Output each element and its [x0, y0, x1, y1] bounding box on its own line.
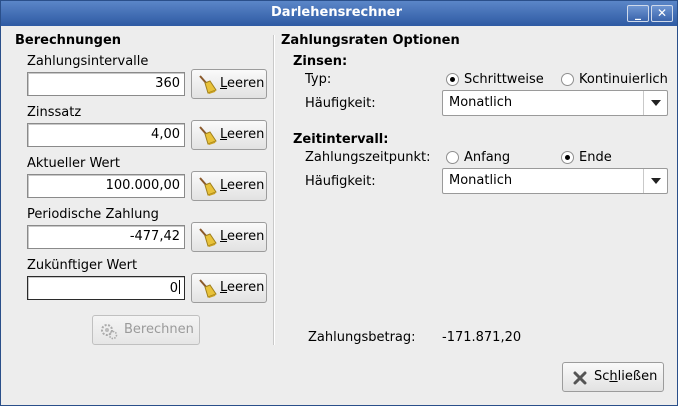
period-frequency-label: Häufigkeit: [305, 174, 376, 189]
close-button[interactable]: Schließen [562, 362, 664, 392]
period-frequency-select[interactable]: Monatlich [442, 168, 668, 194]
periodic-payment-input[interactable]: -477,42 [27, 225, 185, 249]
period-heading: Zeitintervall: [293, 132, 389, 147]
clear-mnemonic: L [220, 76, 228, 91]
future-value-input[interactable]: 0 [27, 276, 185, 300]
clear-present-value-button[interactable]: Leeren [191, 171, 267, 201]
future-value-label: Zukünftiger Wert [27, 258, 138, 273]
minimize-icon[interactable]: _ [627, 5, 649, 22]
interest-frequency-label: Häufigkeit: [305, 96, 376, 111]
periodic-payment-label: Periodische Zahlung [27, 207, 159, 222]
broom-icon [199, 126, 217, 145]
loan-calculator-dialog: Darlehensrechner _ ✕ Berechnungen Zahlun… [0, 0, 678, 406]
window-title: Darlehensrechner [271, 5, 402, 20]
close-mnemonic: h [609, 369, 618, 384]
discrete-radio-label: Schrittweise [464, 72, 544, 87]
clear-label: eeren [227, 127, 265, 142]
beginning-radio[interactable] [446, 151, 459, 164]
interest-frequency-value: Monatlich [449, 95, 513, 110]
broom-icon [199, 177, 217, 196]
clear-periodic-payment-button[interactable]: Leeren [191, 222, 267, 252]
calculations-heading: Berechnungen [15, 33, 122, 48]
interest-type-label: Typ: [305, 72, 332, 87]
interest-rate-label: Zinssatz [27, 105, 82, 120]
calculate-button[interactable]: Berechnen [92, 315, 200, 345]
broom-icon [199, 75, 217, 94]
clear-future-value-button[interactable]: Leeren [191, 273, 267, 303]
continuous-radio-label: Kontinuierlich [579, 72, 668, 87]
payment-amount-value: -171.871,20 [442, 330, 522, 345]
text-caret [179, 280, 180, 294]
interest-rate-input[interactable]: 4,00 [27, 123, 185, 147]
future-value-text: 0 [169, 281, 178, 296]
chevron-down-icon [643, 91, 667, 115]
interest-heading: Zinsen: [293, 54, 348, 69]
continuous-radio[interactable] [561, 73, 574, 86]
payment-periods-input[interactable]: 360 [27, 72, 185, 96]
clear-label: eeren [227, 76, 265, 91]
close-label-start: Sc [594, 369, 610, 384]
beginning-radio-label: Anfang [464, 150, 511, 165]
clear-mnemonic: L [220, 280, 228, 295]
period-frequency-value: Monatlich [449, 173, 513, 188]
end-radio-label: Ende [579, 150, 612, 165]
vertical-separator [273, 35, 275, 345]
calculate-label: Berechnen [124, 322, 194, 337]
clear-label: eeren [227, 280, 265, 295]
clear-label: eeren [227, 229, 265, 244]
chevron-down-icon [643, 169, 667, 193]
interest-frequency-select[interactable]: Monatlich [442, 90, 668, 116]
close-label-end: ließen [617, 369, 658, 384]
present-value-label: Aktueller Wert [27, 156, 120, 171]
end-radio[interactable] [561, 151, 574, 164]
discrete-radio[interactable] [446, 73, 459, 86]
payment-periods-label: Zahlungsintervalle [27, 54, 149, 69]
clear-mnemonic: L [220, 127, 228, 142]
clear-label: eeren [227, 178, 265, 193]
clear-mnemonic: L [220, 178, 228, 193]
broom-icon [199, 279, 217, 298]
gears-icon [101, 324, 118, 340]
title-bar[interactable]: Darlehensrechner _ ✕ [1, 1, 677, 26]
payment-options-heading: Zahlungsraten Optionen [281, 33, 460, 48]
clear-payment-periods-button[interactable]: Leeren [191, 69, 267, 99]
close-window-icon[interactable]: ✕ [651, 5, 673, 22]
payment-timing-label: Zahlungszeitpunkt: [305, 150, 431, 165]
close-icon [573, 371, 587, 385]
clear-mnemonic: L [220, 229, 228, 244]
broom-icon [199, 228, 217, 247]
payment-amount-label: Zahlungsbetrag: [308, 330, 416, 345]
present-value-input[interactable]: 100.000,00 [27, 174, 185, 198]
clear-interest-rate-button[interactable]: Leeren [191, 120, 267, 150]
